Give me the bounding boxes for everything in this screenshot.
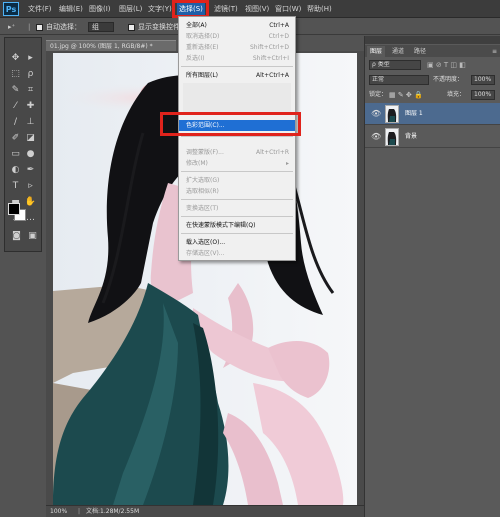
dodge-icon[interactable]: ◐ [9, 164, 22, 177]
document-tab[interactable]: 01.jpg @ 100% (图层 1, RGB/8#) * [46, 40, 176, 51]
menu-item-refine-mask[interactable]: 调整蒙版(F)... Alt+Ctrl+R [179, 147, 295, 158]
menu-image[interactable]: 图像(I) [87, 3, 113, 15]
obscured-menu-area [183, 83, 291, 113]
menu-item-save-selection[interactable]: 存储选区(V)... [179, 248, 295, 259]
auto-select-value: 组 [92, 23, 99, 31]
menu-separator [181, 233, 293, 234]
eye-icon[interactable]: 👁 [371, 109, 381, 118]
layer-row-background[interactable]: 👁 背景 [365, 126, 500, 148]
menu-item-quick-mask[interactable]: 在快速蒙版模式下编辑(Q) [179, 220, 295, 231]
tab-layers[interactable]: 图层 [367, 46, 386, 57]
separator-icon: | [78, 508, 81, 515]
panel-menu-icon[interactable]: ≡ [489, 46, 500, 57]
menu-item-inverse[interactable]: 反选(I) Shift+Ctrl+I [179, 53, 295, 64]
kind-filter-select[interactable]: ρ 类型 [369, 60, 421, 70]
menu-item-reselect[interactable]: 重新选择(E) Shift+Ctrl+D [179, 42, 295, 53]
select-menu-dropdown: 全部(A) Ctrl+A 取消选择(D) Ctrl+D 重新选择(E) Shift+C… [178, 16, 296, 261]
artboard-icon[interactable]: ▸ [24, 52, 37, 65]
right-panel: 图层 通道 路径 ≡ ρ 类型 ▣ ⊘ T ◫ ◧ 正常 不透明度： 100% … [364, 36, 500, 517]
annotation-box-color-range [160, 112, 301, 136]
filter-row: ρ 类型 ▣ ⊘ T ◫ ◧ [365, 58, 500, 72]
move-tool-icon[interactable]: ▸⁺ [8, 21, 15, 33]
crop-icon[interactable]: ⌗ [24, 84, 37, 97]
show-transform-label: 显示变换控件 [138, 23, 180, 31]
lock-row: 锁定： ▦ ✎ ✥ 🔒 填充： 100% [365, 88, 500, 102]
status-bar: 100% | 文档:1.28M/2.55M [46, 505, 364, 517]
quick-select-icon[interactable]: ✎ [9, 84, 22, 97]
opacity-input[interactable]: 100% [471, 75, 495, 85]
eraser-icon[interactable]: ◪ [24, 132, 37, 145]
eyedropper-icon[interactable]: ⁄ [9, 100, 22, 113]
menu-separator [181, 66, 293, 67]
tab-paths[interactable]: 路径 [411, 46, 429, 57]
menu-item-deselect[interactable]: 取消选择(D) Ctrl+D [179, 31, 295, 42]
move-icon[interactable]: ✥ [9, 52, 22, 65]
menu-separator [181, 199, 293, 200]
layer-thumbnail [385, 105, 399, 123]
filter-icons[interactable]: ▣ ⊘ T ◫ ◧ [427, 61, 466, 69]
menu-item-grow[interactable]: 扩大选取(G) [179, 175, 295, 186]
blend-row: 正常 不透明度： 100% [365, 73, 500, 87]
quick-mask-icon[interactable]: ◙ [10, 230, 23, 243]
menu-separator [181, 216, 293, 217]
panel-header [365, 36, 500, 44]
menu-file[interactable]: 文件(F) [26, 3, 54, 15]
menu-help[interactable]: 帮助(H) [305, 3, 334, 15]
menu-item-transform-selection[interactable]: 变换选区(T) [179, 203, 295, 214]
type-icon[interactable]: T [9, 180, 22, 193]
menu-type[interactable]: 文字(Y) [146, 3, 174, 15]
lock-icons[interactable]: ▦ ✎ ✥ 🔒 [389, 91, 423, 99]
menu-item-all-layers[interactable]: 所有图层(L) Alt+Ctrl+A [179, 70, 295, 81]
brush-icon[interactable]: ∕ [9, 116, 22, 129]
lasso-icon[interactable]: ρ [24, 68, 37, 81]
layer-thumbnail [385, 128, 399, 146]
layer-name: 背景 [405, 133, 418, 140]
marquee-icon[interactable]: ⬚ [9, 68, 22, 81]
menu-item-modify[interactable]: 修改(M) ▸ [179, 158, 295, 169]
layers-panel-tabs: 图层 通道 路径 ≡ [365, 45, 500, 57]
blend-mode-select[interactable]: 正常 [369, 75, 429, 85]
path-select-icon[interactable]: ▹ [24, 180, 37, 193]
layer-name: 图层 1 [405, 110, 423, 117]
foreground-color-swatch[interactable] [8, 203, 20, 215]
eye-icon[interactable]: 👁 [371, 132, 381, 141]
menu-edit[interactable]: 编辑(E) [57, 3, 85, 15]
history-brush-icon[interactable]: ✐ [9, 132, 22, 145]
menu-separator [181, 136, 293, 137]
screen-mode-icon[interactable]: ▣ [26, 230, 39, 243]
document-size: 文档:1.28M/2.55M [86, 508, 140, 515]
menu-window[interactable]: 窗口(W) [273, 3, 303, 15]
layer-thumb-image [386, 129, 398, 145]
menu-layer[interactable]: 图层(L) [117, 3, 144, 15]
menu-filter[interactable]: 滤镜(T) [212, 3, 240, 15]
lock-label: 锁定： [369, 91, 388, 98]
tab-channels[interactable]: 通道 [389, 46, 407, 57]
gradient-icon[interactable]: ▭ [9, 148, 22, 161]
opacity-label: 不透明度： [433, 76, 464, 83]
fill-label: 填充： [447, 91, 466, 98]
photoshop-logo: Ps [3, 2, 19, 16]
show-transform-checkbox[interactable] [128, 24, 135, 31]
auto-select-label: 自动选择： [46, 23, 81, 31]
zoom-level[interactable]: 100% [50, 506, 67, 517]
pen-icon[interactable]: ✒ [24, 164, 37, 177]
menu-view[interactable]: 视图(V) [243, 3, 271, 15]
menu-item-load-selection[interactable]: 载入选区(O)... [179, 237, 295, 248]
blur-icon[interactable]: ● [24, 148, 37, 161]
healing-icon[interactable]: ✚ [24, 100, 37, 113]
menu-item-similar[interactable]: 选取相似(R) [179, 186, 295, 197]
hand-icon[interactable]: ✋ [24, 196, 37, 209]
layer-thumb-image [386, 106, 398, 122]
auto-select-checkbox[interactable] [36, 24, 43, 31]
fill-input[interactable]: 100% [471, 90, 495, 100]
layer-row-layer1[interactable]: 👁 图层 1 [365, 103, 500, 125]
separator-icon: | [28, 23, 31, 31]
stamp-icon[interactable]: ⊥ [24, 116, 37, 129]
menu-separator [181, 171, 293, 172]
menu-item-select-all[interactable]: 全部(A) Ctrl+A [179, 20, 295, 31]
